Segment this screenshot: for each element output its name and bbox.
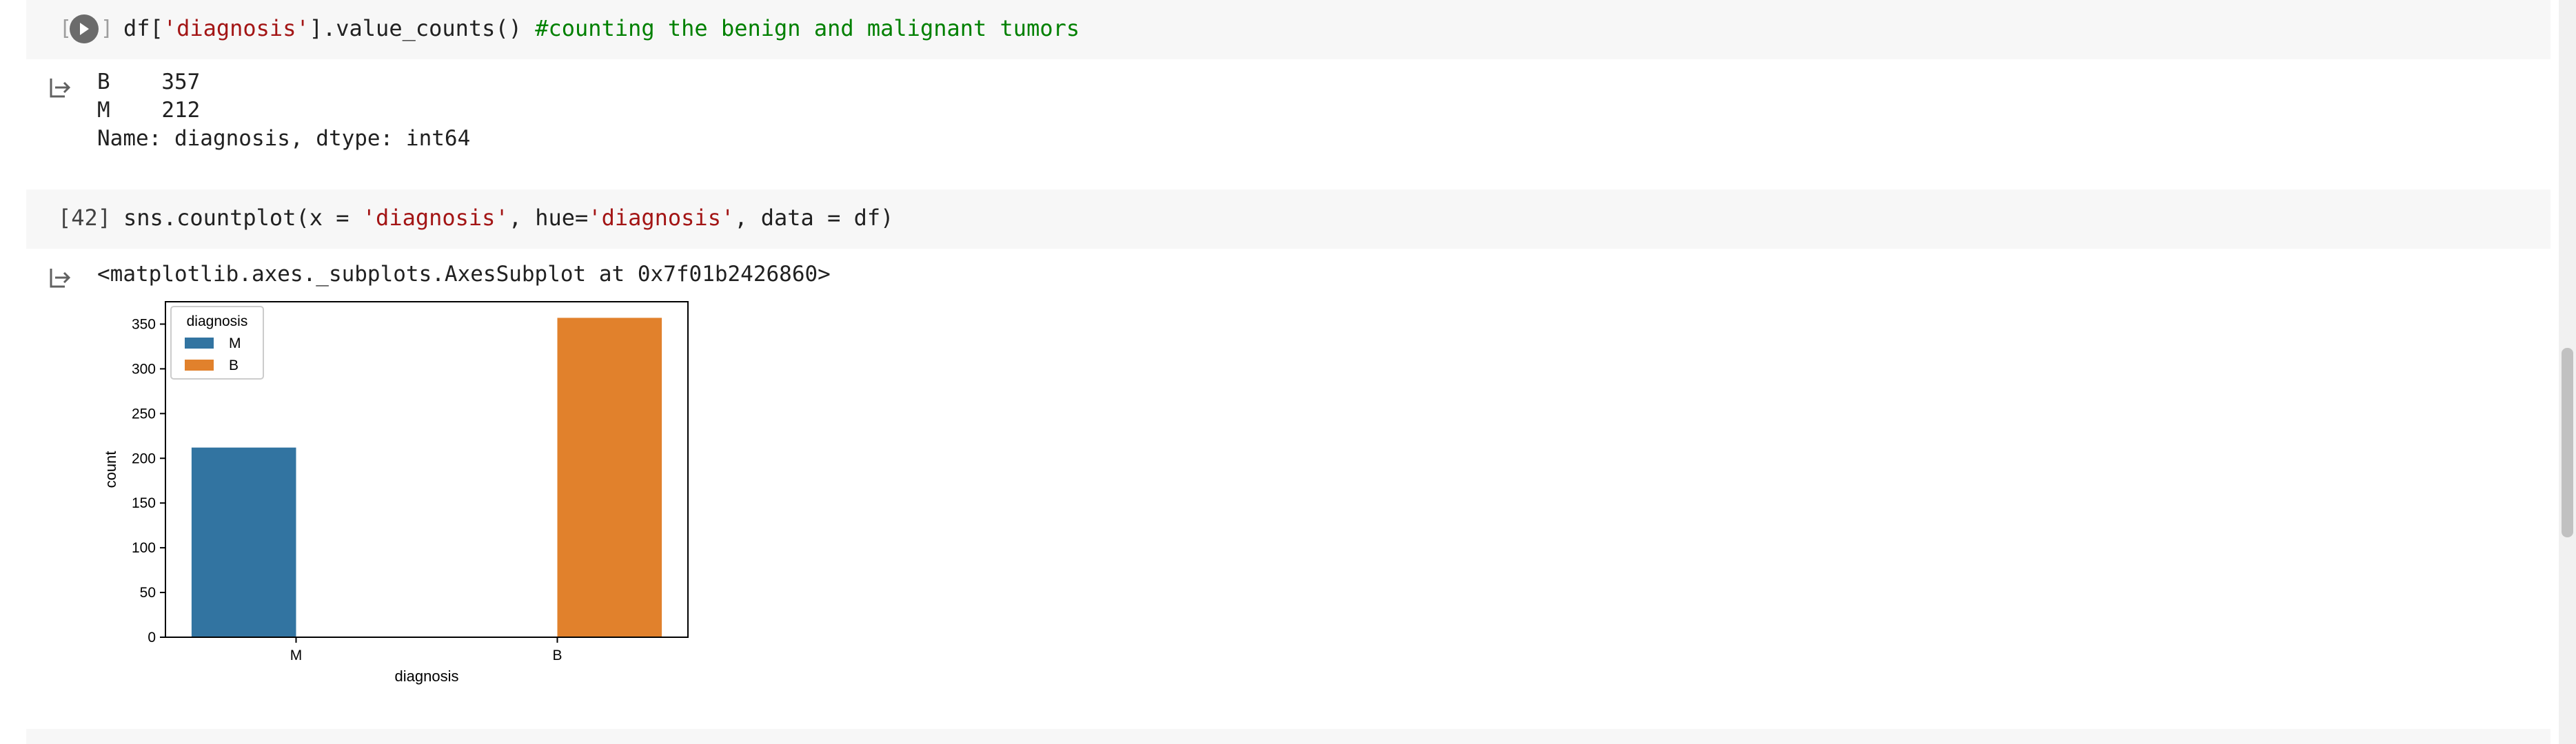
x-axis-label: diagnosis [395, 668, 459, 685]
output-icon[interactable] [45, 265, 72, 291]
x-tick-label: B [552, 648, 562, 663]
run-button-area[interactable]: [ ] [59, 12, 113, 45]
output-icon[interactable] [45, 74, 72, 101]
y-tick-label: 350 [132, 316, 156, 332]
y-tick-label: 250 [132, 406, 156, 422]
code-cell-1[interactable]: [ ] df['diagnosis'].value_counts() #coun… [26, 0, 2550, 59]
code-string-token: 'diagnosis' [588, 205, 735, 231]
y-tick-label: 150 [132, 495, 156, 511]
next-cell-edge [26, 729, 2550, 744]
bar-B [557, 318, 662, 637]
y-tick-label: 300 [132, 361, 156, 377]
y-axis-label: count [102, 451, 119, 488]
legend-label: B [229, 358, 239, 373]
y-tick-label: 200 [132, 451, 156, 466]
code-editor-line[interactable]: df['diagnosis'].value_counts() #counting… [123, 14, 1079, 43]
code-string-token: 'diagnosis' [163, 15, 310, 41]
y-tick-label: 50 [140, 585, 156, 601]
code-token: df[ [123, 15, 163, 41]
exec-bracket-right: ] [101, 17, 114, 41]
countplot-chart: 0 50 100 150 200 250 300 350 M Bdiagnosis count dia… [97, 295, 703, 694]
legend-label: M [229, 335, 241, 351]
code-token: , hue= [508, 205, 589, 231]
x-tick-label: M [290, 648, 303, 663]
code-string-token: 'diagnosis' [362, 205, 509, 231]
code-token: ].value_counts() [309, 15, 536, 41]
legend-swatch-M [185, 338, 214, 349]
y-tick-label: 0 [148, 630, 156, 645]
scrollbar-thumb[interactable] [2562, 348, 2573, 537]
code-token: , data = df) [734, 205, 894, 231]
code-cell-2[interactable]: [42] sns.countplot(x = 'diagnosis', hue=… [26, 189, 2550, 249]
run-cell-button[interactable] [70, 14, 99, 43]
code-editor-line[interactable]: sns.countplot(x = 'diagnosis', hue='diag… [123, 203, 893, 232]
code-comment-token: #counting the benign and malignant tumor… [535, 15, 1080, 41]
output-line: Name: diagnosis, dtype: int64 [97, 126, 471, 151]
code-token: sns.countplot(x = [123, 205, 363, 231]
output-line: M 212 [97, 98, 201, 123]
output-repr: <matplotlib.axes._subplots.AxesSubplot a… [97, 262, 831, 287]
output-line: B 357 [97, 70, 201, 94]
legend-title: diagnosis [187, 313, 248, 329]
chart-svg: 050100150200250300350M Bdiagnosiscountdia… [102, 301, 689, 685]
bar-M [191, 447, 296, 637]
execution-count: [42] [58, 205, 112, 231]
legend-swatch-B [185, 360, 214, 371]
y-tick-label: 100 [132, 540, 156, 556]
play-icon [80, 23, 89, 35]
